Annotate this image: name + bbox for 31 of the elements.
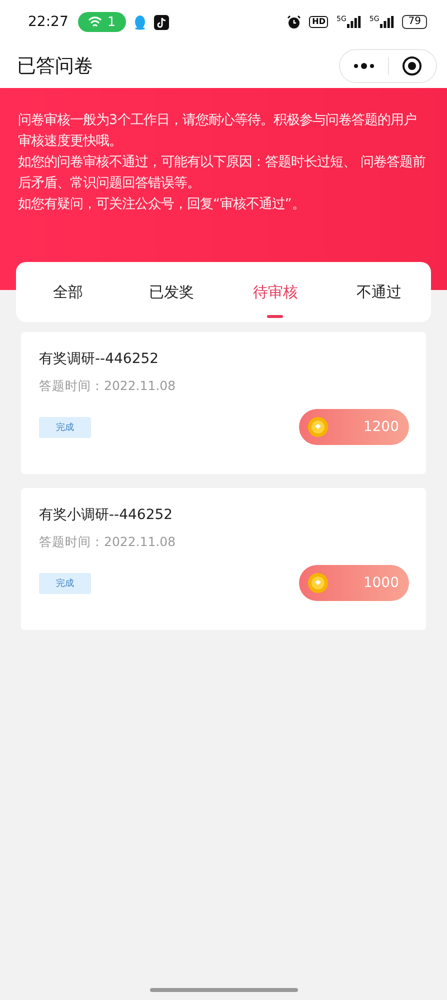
tab[interactable]: 已发奖 [120, 262, 224, 322]
notice-text: 如您的问卷审核不通过，可能有以下原因：答题时长过短、 问卷答题前后矛盾、常识问题回答错误等。 [18, 154, 426, 193]
notice-text: 如您有疑问，可关注公众号，回复“审核不通过”。 [18, 196, 306, 214]
notice-text: 问卷审核一般为3个工作日，请您耐心等待。积极参与问卷答题的用户审核速度更快哦。 [18, 112, 418, 151]
status-tag: 完成 [39, 416, 91, 438]
signal-icon [380, 16, 394, 28]
status-time: 22:27 [28, 14, 68, 30]
coin-icon [308, 573, 328, 593]
battery-indicator: 79 [402, 15, 427, 29]
tab[interactable]: 全部 [16, 262, 120, 322]
reward-amount: 1200 [363, 419, 399, 435]
survey-card[interactable]: 有奖小调研--446252 答题时间：2022.11.08 完成 1000 [21, 488, 426, 630]
survey-title: 有奖小调研--446252 [39, 506, 174, 524]
survey-card[interactable]: 有奖调研--446252 答题时间：2022.11.08 完成 1200 [21, 332, 426, 474]
alarm-icon [287, 15, 302, 29]
hd-indicator: HD [309, 16, 328, 28]
coin-icon [308, 417, 328, 437]
more-icon [352, 63, 375, 69]
signal-icon [347, 16, 362, 28]
status-tag: 完成 [39, 572, 91, 594]
tab[interactable]: 待审核 [224, 262, 328, 322]
page-title: 已答问卷 [17, 54, 93, 79]
reward-amount: 1000 [363, 575, 399, 591]
hotspot-badge: 1 [78, 12, 126, 32]
penguin-icon [134, 14, 146, 30]
music-note-icon [154, 14, 169, 30]
tab[interactable]: 不通过 [327, 262, 431, 322]
answer-time: 答题时间：2022.11.08 [39, 378, 177, 395]
target-icon [402, 56, 422, 76]
survey-title: 有奖调研--446252 [39, 350, 160, 368]
answer-time: 答题时间：2022.11.08 [39, 534, 177, 551]
